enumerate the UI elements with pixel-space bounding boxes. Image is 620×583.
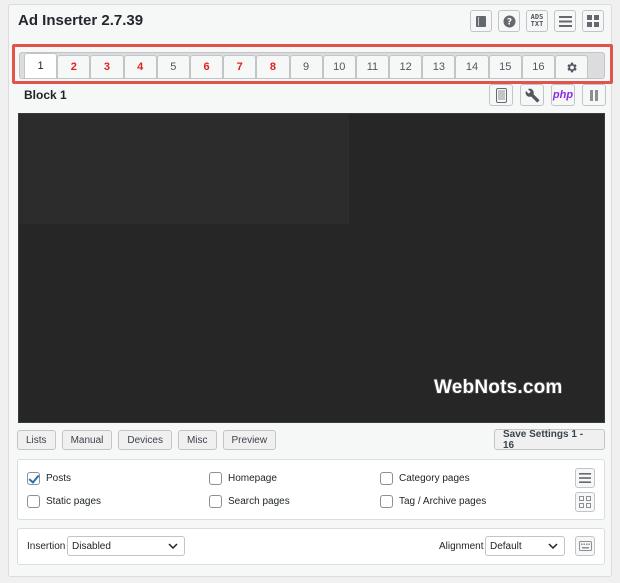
- tab-block-8[interactable]: 8: [256, 55, 290, 78]
- insertion-label: Insertion: [27, 541, 66, 552]
- tab-block-14[interactable]: 14: [455, 55, 489, 78]
- insertion-select[interactable]: Disabled: [67, 536, 185, 556]
- pause-icon[interactable]: [582, 84, 606, 106]
- posts-checkbox[interactable]: [27, 472, 40, 485]
- tab-block-16[interactable]: 16: [521, 55, 555, 78]
- keyboard-icon[interactable]: [575, 536, 595, 556]
- alignment-select[interactable]: Default: [485, 536, 565, 556]
- manual-button[interactable]: Manual: [61, 430, 113, 450]
- header-icons: ? ADS TXT: [470, 10, 604, 32]
- search-pages-option[interactable]: Search pages: [209, 495, 290, 508]
- tab-block-15[interactable]: 15: [488, 55, 522, 78]
- search-pages-label: Search pages: [228, 496, 290, 507]
- save-settings-button[interactable]: Save Settings 1 - 16: [494, 429, 605, 451]
- homepage-checkbox[interactable]: [209, 472, 222, 485]
- tab-block-2[interactable]: 2: [57, 55, 91, 78]
- block-tabs: 1 2 3 4 5 6 7 8 9 10 11 12 13 14 15 16: [19, 52, 605, 79]
- tab-settings[interactable]: [555, 55, 589, 78]
- tag-archive-pages-option[interactable]: Tag / Archive pages: [380, 495, 486, 508]
- category-pages-checkbox[interactable]: [380, 472, 393, 485]
- help-icon[interactable]: ?: [498, 10, 520, 32]
- static-pages-option[interactable]: Static pages: [27, 495, 101, 508]
- device-icon[interactable]: [489, 84, 513, 106]
- chevron-down-icon: [168, 543, 178, 550]
- preview-button[interactable]: Preview: [222, 430, 277, 450]
- gear-icon: [567, 62, 577, 72]
- insertion-value: Disabled: [72, 540, 111, 552]
- tab-block-1[interactable]: 1: [24, 53, 58, 78]
- page-type-options: Posts Static pages Homepage Search pages…: [17, 459, 605, 520]
- category-pages-label: Category pages: [399, 473, 470, 484]
- tab-block-7[interactable]: 7: [223, 55, 257, 78]
- watermark: WebNots.com: [434, 377, 563, 398]
- lists-button[interactable]: Lists: [17, 430, 56, 450]
- svg-text:?: ?: [506, 17, 511, 27]
- block-buttons: Lists Manual Devices Misc Preview: [17, 430, 277, 450]
- posts-label: Posts: [46, 473, 72, 484]
- insertion-settings: Insertion Disabled Alignment Default: [17, 528, 605, 565]
- block-toolbar: php: [489, 84, 606, 106]
- php-button[interactable]: php: [551, 84, 575, 106]
- tag-archive-pages-label: Tag / Archive pages: [399, 496, 487, 507]
- static-pages-checkbox[interactable]: [27, 495, 40, 508]
- block-title: Block 1: [24, 88, 67, 102]
- tab-block-3[interactable]: 3: [90, 55, 124, 78]
- grid-icon[interactable]: [582, 10, 604, 32]
- tab-block-10[interactable]: 10: [322, 55, 356, 78]
- tag-archive-pages-checkbox[interactable]: [380, 495, 393, 508]
- homepage-option[interactable]: Homepage: [209, 472, 277, 485]
- misc-button[interactable]: Misc: [177, 430, 217, 450]
- app-title: Ad Inserter 2.7.39: [18, 12, 144, 29]
- chevron-down-icon: [548, 543, 558, 550]
- tab-block-9[interactable]: 9: [289, 55, 323, 78]
- tab-block-11[interactable]: 11: [355, 55, 390, 78]
- header: Ad Inserter 2.7.39 ? ADS TXT: [8, 4, 612, 40]
- devices-button[interactable]: Devices: [118, 430, 172, 450]
- wrench-icon[interactable]: [520, 84, 544, 106]
- homepage-label: Homepage: [228, 473, 277, 484]
- editor-active-line: [19, 114, 349, 224]
- tab-block-6[interactable]: 6: [189, 55, 224, 78]
- list-icon[interactable]: [554, 10, 576, 32]
- ads-txt-icon[interactable]: ADS TXT: [526, 10, 548, 32]
- book-icon[interactable]: [470, 10, 492, 32]
- tab-block-13[interactable]: 13: [422, 55, 456, 78]
- category-pages-option[interactable]: Category pages: [380, 472, 470, 485]
- tab-block-4[interactable]: 4: [123, 55, 157, 78]
- list-icon[interactable]: [575, 468, 595, 488]
- qr-code-icon[interactable]: [575, 492, 595, 512]
- alignment-value: Default: [490, 540, 522, 552]
- search-pages-checkbox[interactable]: [209, 495, 222, 508]
- alignment-label: Alignment: [439, 541, 484, 552]
- static-pages-label: Static pages: [46, 496, 102, 507]
- tab-block-12[interactable]: 12: [389, 55, 423, 78]
- posts-option[interactable]: Posts: [27, 472, 71, 485]
- ads-txt-line2: TXT: [530, 20, 544, 28]
- tab-block-5[interactable]: 5: [156, 55, 190, 78]
